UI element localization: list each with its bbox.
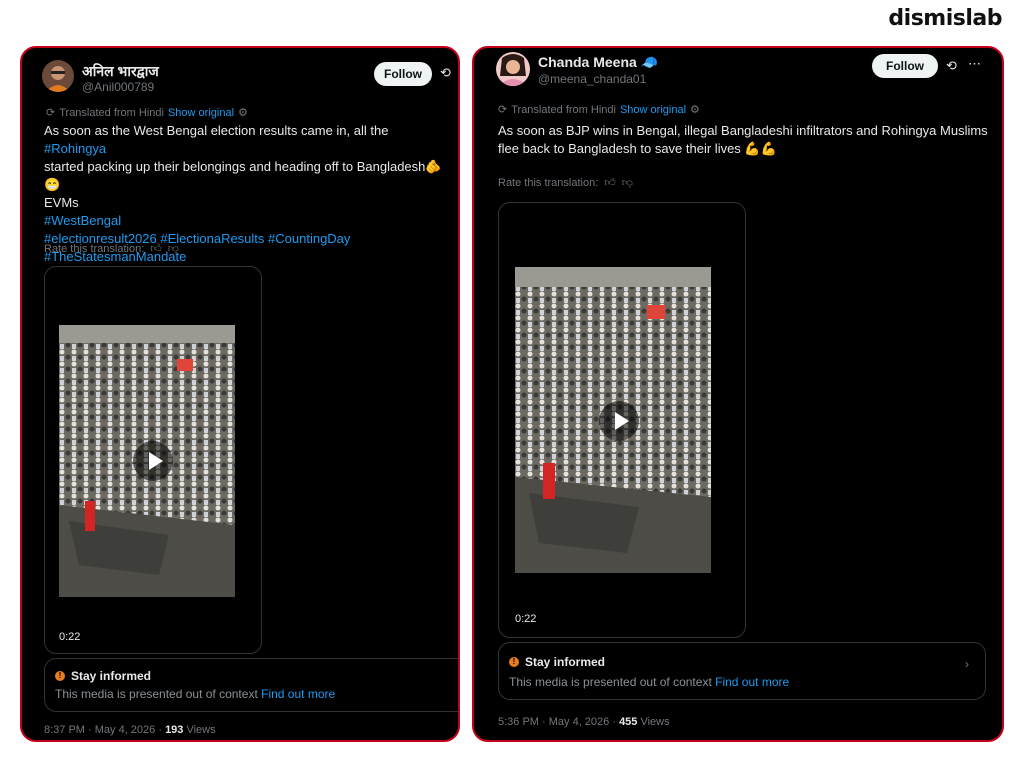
warning-icon: ! [509, 657, 519, 667]
play-icon[interactable] [599, 401, 639, 441]
post-card-left: अनिल भारद्वाज @Anil000789 Follow ⟲ ⟳ Tra… [20, 46, 460, 742]
warning-icon: ! [55, 671, 65, 681]
avatar[interactable] [42, 60, 74, 92]
translate-icon: ⟳ [498, 104, 508, 116]
dismislab-logo: dismislab [888, 6, 1002, 31]
avatar[interactable] [496, 52, 530, 86]
post-timestamp[interactable]: 8:37 PM · May 4, 2026 · 193 Views [44, 724, 216, 736]
grok-icon[interactable]: ⟲ [946, 58, 957, 74]
author-handle[interactable]: @Anil000789 [82, 80, 154, 94]
grok-icon[interactable]: ⟲ [440, 65, 451, 81]
thumbs-down-icon[interactable]: 👎︎ [622, 176, 633, 189]
notice-title: Stay informed [71, 669, 152, 683]
thumbs-up-icon[interactable]: 👍︎ [604, 176, 616, 189]
rate-translation: Rate this translation: 👍︎ 👎︎ [498, 176, 633, 190]
notice-text: This media is presented out of context [509, 675, 712, 689]
translate-icon: ⟳ [46, 107, 56, 119]
show-original-link[interactable]: Show original [620, 104, 686, 116]
settings-icon[interactable]: ⚙ [238, 106, 248, 119]
translation-note: ⟳ Translated from Hindi Show original ⚙ [498, 103, 700, 117]
author-handle[interactable]: @meena_chanda01 [538, 72, 646, 86]
views-count: 193 [165, 724, 184, 736]
show-original-link[interactable]: Show original [168, 107, 234, 119]
find-out-more-link[interactable]: Find out more [261, 687, 335, 701]
context-notice[interactable]: ! Stay informed This media is presented … [44, 658, 458, 712]
follow-button[interactable]: Follow [872, 54, 938, 78]
post-card-right: Chanda Meena 🧢 @meena_chanda01 Follow ⟲ … [472, 46, 1004, 742]
video-thumbnail[interactable] [515, 267, 711, 573]
video-duration: 0:22 [515, 613, 537, 625]
views-count: 455 [619, 716, 638, 728]
context-notice[interactable]: ! Stay informed This media is presented … [498, 642, 986, 700]
video-duration: 0:22 [59, 631, 81, 643]
thumbs-up-icon[interactable]: 👍︎ [150, 242, 162, 255]
find-out-more-link[interactable]: Find out more [715, 675, 789, 689]
hashtag-link[interactable]: #WestBengal [44, 212, 454, 230]
video-container[interactable]: 0:22 [498, 202, 746, 638]
author-name[interactable]: अनिल भारद्वाज [82, 62, 159, 81]
notice-title: Stay informed [525, 655, 606, 669]
notice-text: This media is presented out of context [55, 687, 258, 701]
video-container[interactable]: 0:22 [44, 266, 262, 654]
thumbs-down-icon[interactable]: 👎︎ [168, 242, 179, 255]
video-thumbnail[interactable] [59, 325, 235, 597]
translation-note: ⟳ Translated from Hindi Show original ⚙ [46, 106, 248, 120]
chevron-right-icon[interactable]: › [965, 657, 969, 671]
author-name[interactable]: Chanda Meena 🧢 [538, 54, 658, 71]
hashtag-link[interactable]: #Rohingya [44, 141, 106, 156]
rate-translation: Rate this translation: 👍︎ 👎︎ [44, 242, 179, 256]
settings-icon[interactable]: ⚙ [690, 103, 700, 116]
post-timestamp[interactable]: 5:36 PM · May 4, 2026 · 455 Views [498, 716, 670, 728]
more-options-icon[interactable]: ⋯ [968, 56, 981, 72]
play-icon[interactable] [133, 441, 173, 481]
post-text: As soon as BJP wins in Bengal, illegal B… [498, 123, 988, 156]
follow-button[interactable]: Follow [374, 62, 432, 86]
